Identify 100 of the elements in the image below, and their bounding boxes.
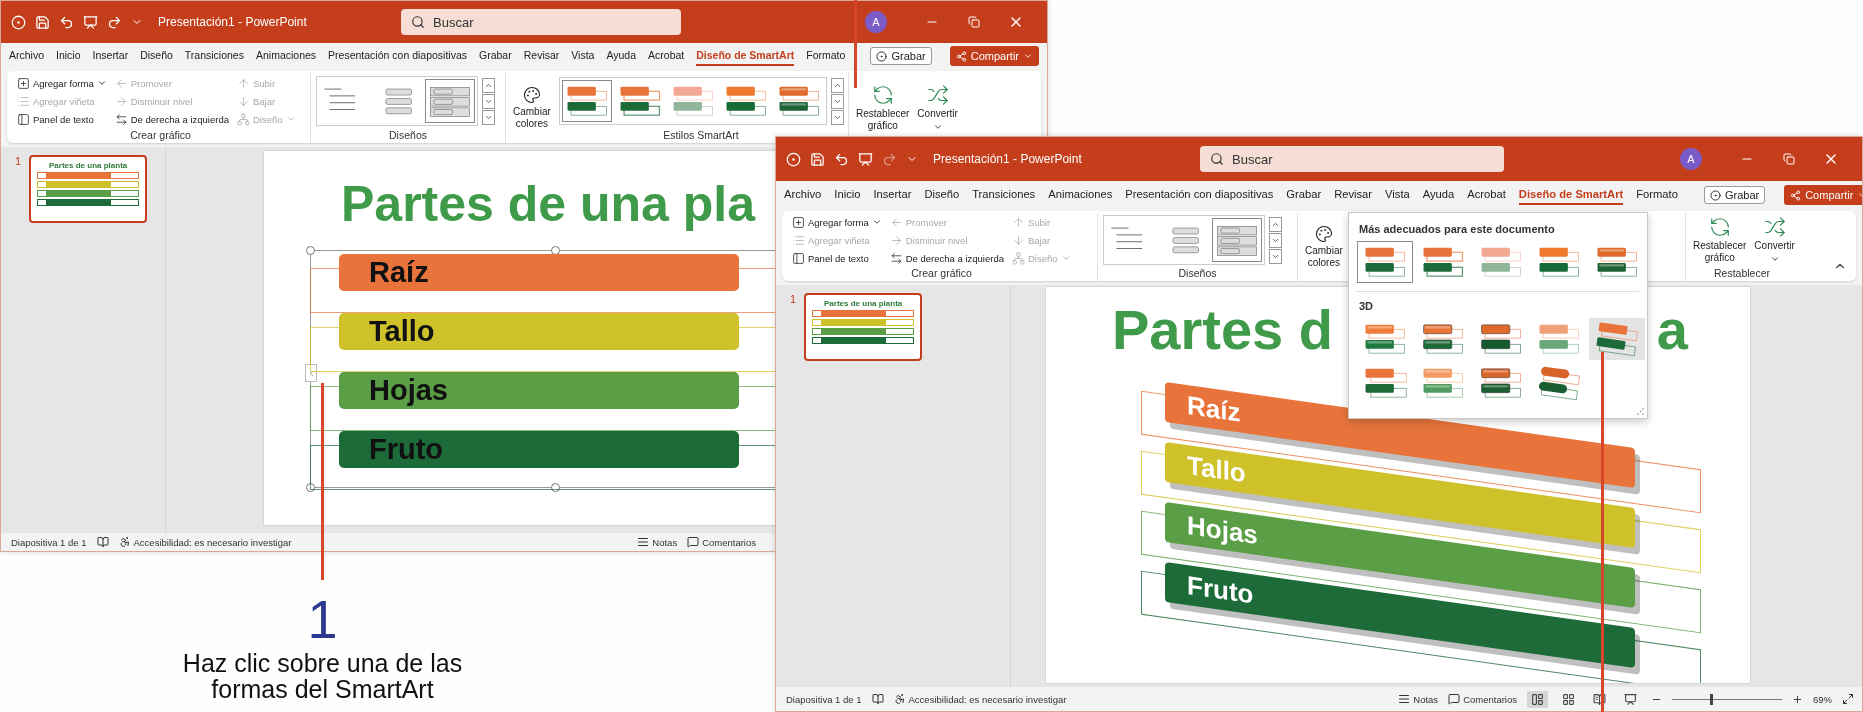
ribbon-tab[interactable]: Formato [806, 46, 846, 66]
layout-option[interactable] [425, 79, 475, 123]
fit-slide-icon[interactable] [1842, 693, 1854, 705]
ribbon-tab[interactable]: Diseño de SmartArt [1518, 185, 1624, 205]
ribbon-tab[interactable]: Ayuda [1422, 185, 1455, 205]
slide-number: 1 [790, 293, 797, 305]
left-arrow-icon [114, 76, 128, 90]
ribbon-tab[interactable]: Revisar [1334, 185, 1373, 205]
ribbon-tab[interactable]: Animaciones [255, 46, 317, 66]
scroll-up-button[interactable] [831, 77, 844, 93]
ribbon-tab[interactable]: Grabar [1286, 185, 1322, 205]
ribbon-tab[interactable]: Vista [571, 46, 595, 66]
share-button[interactable]: Compartir [949, 46, 1039, 66]
presenter-icon[interactable] [83, 14, 98, 30]
record-button[interactable]: Grabar [870, 47, 932, 65]
accessibility-button[interactable]: Accesibilidad: es necesario investigar [118, 536, 292, 548]
ribbon-tab[interactable]: Insertar [873, 185, 912, 205]
text-pane-toggle[interactable] [305, 364, 317, 382]
ribbon-tab[interactable]: Ayuda [606, 46, 637, 66]
ribbon-command[interactable]: Panel de texto [16, 111, 108, 127]
layout-option[interactable] [1212, 218, 1262, 262]
ribbon-button[interactable]: Convertir [915, 83, 960, 133]
ribbon-command[interactable]: De derecha a izquierda [888, 250, 1005, 266]
style-preview-icon [1536, 366, 1582, 400]
ribbon-tab[interactable]: Archivo [9, 46, 44, 66]
scroll-down-button[interactable] [482, 93, 495, 109]
zoom-in-icon[interactable] [1792, 693, 1803, 705]
ribbon-tab[interactable]: Diseño [140, 46, 173, 66]
ribbon-button[interactable]: Restablecer gráfico [854, 83, 912, 133]
ribbon-command[interactable]: Panel de texto [791, 250, 883, 266]
resize-handle[interactable] [306, 483, 315, 492]
record-button[interactable]: Grabar [1703, 186, 1766, 204]
resize-handle[interactable] [306, 246, 315, 255]
comments-button[interactable]: Comentarios [1448, 693, 1517, 705]
slider-thumb[interactable] [1710, 693, 1714, 705]
notes-button[interactable]: Notas [1398, 693, 1439, 705]
ribbon-tab[interactable]: Inicio [834, 185, 861, 205]
ribbon-tab[interactable]: Diseño [924, 185, 960, 205]
change-colors-button[interactable]: Cambiar colores [1303, 224, 1345, 270]
list-icon [17, 94, 30, 108]
scroll-up-button[interactable] [482, 77, 495, 93]
share-icon [955, 50, 967, 62]
resize-handle[interactable] [551, 483, 560, 492]
more-button[interactable] [831, 109, 844, 125]
style-option[interactable] [1357, 241, 1413, 283]
book-icon[interactable] [871, 693, 884, 705]
change-colors-button[interactable]: Cambiar colores [511, 85, 553, 131]
smartart-shape: Raíz [339, 254, 739, 291]
ribbon-tab[interactable]: Vista [1385, 185, 1410, 205]
ribbon-command[interactable]: Agregar forma [791, 214, 883, 230]
ribbon-tab[interactable]: Presentación con diapositivas [1125, 185, 1274, 205]
save-icon[interactable] [810, 151, 825, 167]
notes-button[interactable]: Notas [637, 536, 678, 548]
accessibility-button[interactable]: Accesibilidad: es necesario investigar [893, 693, 1067, 705]
comments-button[interactable]: Comentarios [687, 536, 756, 548]
save-icon[interactable] [35, 14, 50, 30]
ribbon-tab[interactable]: Transiciones [972, 185, 1036, 205]
ribbon-tab[interactable]: Animaciones [1048, 185, 1113, 205]
group-label: Diseños [1177, 267, 1218, 281]
ribbon-tab[interactable]: Formato [1636, 185, 1678, 205]
share-button[interactable]: Compartir [1784, 185, 1862, 205]
ribbon-tab[interactable]: Diseño de SmartArt [696, 46, 795, 66]
scroll-down-button[interactable] [831, 93, 844, 109]
view-button[interactable] [1527, 690, 1548, 708]
search-field[interactable]: Buscar [1200, 146, 1504, 172]
left-arrow-icon [889, 215, 903, 229]
style-option[interactable] [1589, 318, 1645, 360]
ribbon-button[interactable]: Convertir [1752, 215, 1797, 265]
ribbon-tab[interactable]: Acrobat [648, 46, 685, 66]
ribbon-button[interactable]: Restablecer gráfico [1691, 215, 1749, 265]
redo-icon[interactable] [107, 14, 122, 30]
restore-icon [968, 16, 980, 28]
ribbon-tab[interactable]: Transiciones [184, 46, 244, 66]
panel-icon [17, 112, 30, 126]
ribbon-tab[interactable]: Acrobat [1467, 185, 1506, 205]
search-field[interactable]: Buscar [401, 9, 681, 35]
style-option[interactable] [562, 80, 612, 122]
more-button[interactable] [482, 109, 495, 125]
gallery-heading: Más adecuados para este documento [1358, 222, 1556, 237]
presenter-icon[interactable] [858, 151, 873, 167]
book-icon[interactable] [96, 536, 109, 548]
ribbon-tab[interactable]: Grabar [479, 46, 512, 66]
ribbon-tab[interactable]: Insertar [92, 46, 129, 66]
ribbon-command[interactable]: Agregar forma [16, 75, 108, 91]
caret-icon [1023, 51, 1033, 61]
ribbon-tab[interactable]: Archivo [784, 185, 822, 205]
slide-thumbnail[interactable]: Partes de una planta [29, 155, 148, 223]
undo-icon[interactable] [834, 151, 849, 167]
undo-icon[interactable] [59, 14, 74, 30]
notes-icon [1398, 693, 1411, 705]
more-button[interactable] [1269, 248, 1282, 264]
ribbon-tab[interactable]: Inicio [56, 46, 81, 66]
scroll-up-button[interactable] [1269, 216, 1282, 232]
group-label: Diseños [388, 129, 428, 143]
scroll-down-button[interactable] [1269, 232, 1282, 248]
slide-thumbnail[interactable]: Partes de una planta [804, 293, 923, 361]
ribbon-tab[interactable]: Revisar [523, 46, 560, 66]
ribbon-tab[interactable]: Presentación con diapositivas [328, 46, 467, 66]
search-icon [411, 15, 425, 29]
ribbon-command[interactable]: De derecha a izquierda [113, 111, 230, 127]
